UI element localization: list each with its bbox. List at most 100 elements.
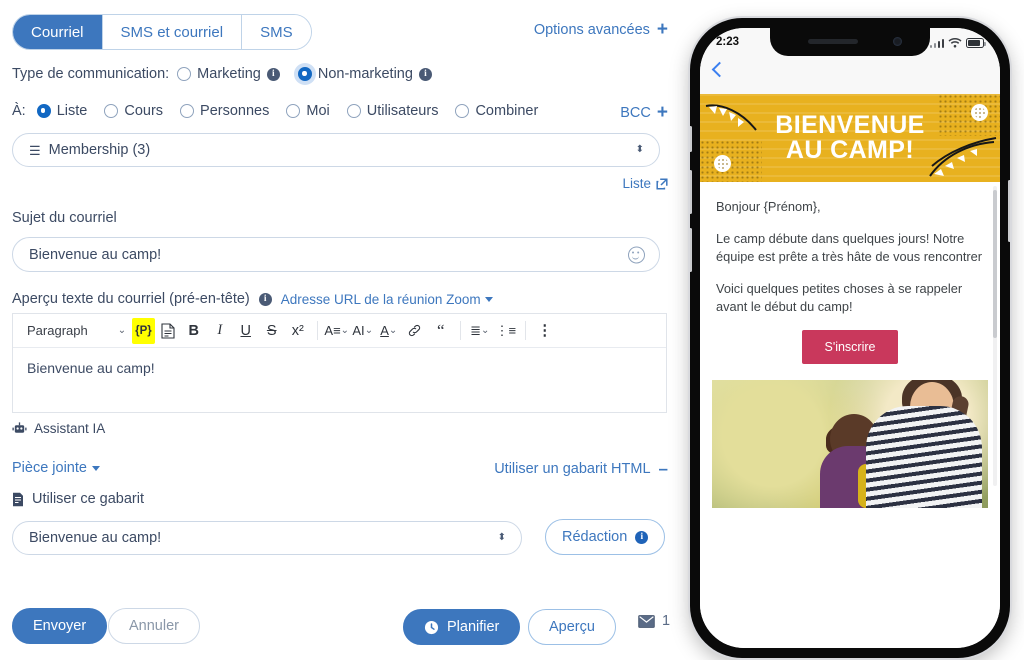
ai-assistant-button[interactable]: Assistant IA	[12, 421, 105, 436]
underline-button[interactable]: U	[233, 318, 259, 344]
email-hero-photo	[712, 379, 988, 508]
use-template-label: Utiliser ce gabarit	[32, 491, 145, 507]
marketing-info-icon[interactable]: i	[266, 67, 280, 81]
status-bar-indicators	[929, 37, 987, 48]
bunting-icon	[928, 136, 998, 180]
bullet-list-button[interactable]: ⋮≡	[493, 318, 519, 344]
plus-icon: +	[656, 19, 668, 40]
tab-sms-et-courriel-label: SMS et courriel	[120, 23, 224, 41]
radio-personnes-label: Personnes	[200, 103, 270, 119]
subject-input[interactable]: Bienvenue au camp!	[12, 237, 660, 272]
plus-icon: +	[656, 102, 668, 123]
tab-sms-et-courriel[interactable]: SMS et courriel	[102, 15, 243, 49]
radio-utilisateurs[interactable]: Utilisateurs	[346, 103, 439, 119]
superscript-button[interactable]: x²	[285, 318, 311, 344]
preview-button[interactable]: Aperçu	[528, 609, 616, 645]
phone-screen: 2:23 BIENVENUE AU CAMP! Bonjour {Prénom}…	[700, 28, 1000, 648]
phone-nav-bar	[700, 56, 1000, 94]
send-button[interactable]: Envoyer	[12, 608, 108, 644]
open-list-link[interactable]: Liste	[622, 176, 668, 191]
non-marketing-info-icon[interactable]: i	[418, 67, 432, 81]
schedule-label: Planifier	[447, 619, 500, 635]
chevron-updown-icon: ⬍	[497, 532, 506, 543]
send-label: Envoyer	[33, 618, 87, 634]
phone-power-button	[1008, 180, 1010, 242]
tab-courriel[interactable]: Courriel	[13, 15, 103, 49]
document-icon-button[interactable]	[155, 318, 181, 344]
radio-moi[interactable]: Moi	[286, 103, 330, 119]
toolbar-divider	[459, 321, 461, 340]
radio-liste[interactable]: Liste	[36, 103, 87, 119]
chevron-updown-icon: ⬍	[635, 144, 644, 155]
tab-sms-label: SMS	[260, 23, 293, 41]
list-select[interactable]: ☰ Membership (3) ⬍	[12, 133, 660, 167]
radio-personnes-input[interactable]	[180, 104, 195, 118]
recipients-row: À: Liste Cours Personnes Moi Utilisateur…	[12, 103, 538, 119]
editor-content[interactable]: Bienvenue au camp!	[13, 348, 666, 388]
cancel-label: Annuler	[129, 618, 179, 634]
radio-liste-input[interactable]	[36, 104, 51, 118]
subject-input-value: Bienvenue au camp!	[29, 246, 162, 263]
radio-moi-input[interactable]	[286, 104, 301, 118]
cancel-button[interactable]: Annuler	[108, 608, 200, 644]
html-template-toggle[interactable]: Utiliser un gabarit HTML –	[494, 460, 668, 477]
robot-icon	[12, 422, 27, 433]
rich-text-editor[interactable]: Paragraph ⌄ {P} B I U S x² A≡ ⌄ AI ⌄ A ⌄…	[12, 313, 667, 413]
photo-woman-striped-shirt	[866, 405, 982, 508]
radio-non-marketing[interactable]: Non-marketing i	[297, 66, 432, 82]
radio-marketing[interactable]: Marketing i	[177, 66, 280, 82]
radio-utilisateurs-input[interactable]	[346, 104, 361, 118]
blockquote-button[interactable]: “	[428, 318, 454, 344]
more-options-button[interactable]: ⋮	[532, 318, 558, 344]
attachment-dropdown[interactable]: Pièce jointe	[12, 460, 100, 476]
link-button[interactable]	[402, 318, 428, 344]
radio-marketing-input[interactable]	[177, 67, 192, 81]
document-icon	[161, 322, 175, 339]
placeholder-token-button[interactable]: {P}	[132, 317, 155, 344]
back-chevron-icon[interactable]	[711, 61, 728, 78]
use-template-row[interactable]: Utiliser ce gabarit	[12, 491, 144, 507]
clock-icon	[424, 620, 439, 634]
communication-type-row: Type de communication: Marketing i Non-m…	[12, 66, 432, 82]
redaction-info-icon[interactable]: i	[635, 530, 649, 544]
italic-button[interactable]: I	[207, 318, 233, 344]
align-button[interactable]: ≣ ⌄	[467, 318, 493, 344]
bcc-label: BCC	[620, 104, 651, 121]
bcc-button[interactable]: BCC +	[620, 103, 668, 122]
advanced-options-label: Options avancées	[533, 21, 650, 38]
emoji-smiley-icon[interactable]	[628, 246, 645, 263]
advanced-options-button[interactable]: Options avancées +	[534, 20, 668, 39]
zoom-url-dropdown[interactable]: Adresse URL de la réunion Zoom	[281, 292, 493, 307]
radio-combiner-input[interactable]	[455, 104, 470, 118]
strikethrough-button[interactable]: S	[259, 318, 285, 344]
tab-sms[interactable]: SMS	[242, 15, 311, 49]
email-text-body: Bonjour {Prénom}, Le camp débute dans qu…	[700, 182, 1000, 364]
email-cta-button[interactable]: S'inscrire	[802, 329, 898, 364]
bold-button[interactable]: B	[181, 318, 207, 344]
radio-moi-label: Moi	[306, 103, 330, 119]
radio-non-marketing-input[interactable]	[297, 67, 312, 81]
font-size-button[interactable]: AI ⌄	[350, 318, 376, 344]
template-select-wrapper: Bienvenue au camp! ⬍	[12, 521, 522, 555]
radio-utilisateurs-label: Utilisateurs	[366, 103, 439, 119]
toolbar-divider	[524, 321, 526, 340]
preview-scrollbar-thumb[interactable]	[993, 190, 997, 338]
schedule-button[interactable]: Planifier	[403, 609, 521, 645]
banner-dots-bottom-left	[700, 140, 762, 182]
text-color-button[interactable]: A ⌄	[376, 318, 402, 344]
redaction-button[interactable]: Rédaction i	[545, 519, 666, 555]
font-family-button[interactable]: A≡ ⌄	[324, 318, 350, 344]
battery-icon	[966, 38, 987, 48]
preheader-info-icon[interactable]: i	[258, 292, 272, 306]
mail-count-value: 1	[662, 613, 671, 629]
banner-dots-top-right	[938, 94, 1000, 136]
radio-combiner-label: Combiner	[475, 103, 539, 119]
template-select[interactable]: Bienvenue au camp! ⬍	[12, 521, 522, 555]
radio-cours-input[interactable]	[104, 104, 119, 118]
radio-personnes[interactable]: Personnes	[180, 103, 269, 119]
paragraph-style-dropdown[interactable]: Paragraph ⌄	[21, 323, 132, 338]
subject-label: Sujet du courriel	[12, 210, 117, 226]
radio-cours[interactable]: Cours	[104, 103, 163, 119]
radio-combiner[interactable]: Combiner	[455, 103, 538, 119]
preheader-row: Aperçu texte du courriel (pré-en-tête) i…	[12, 291, 493, 307]
